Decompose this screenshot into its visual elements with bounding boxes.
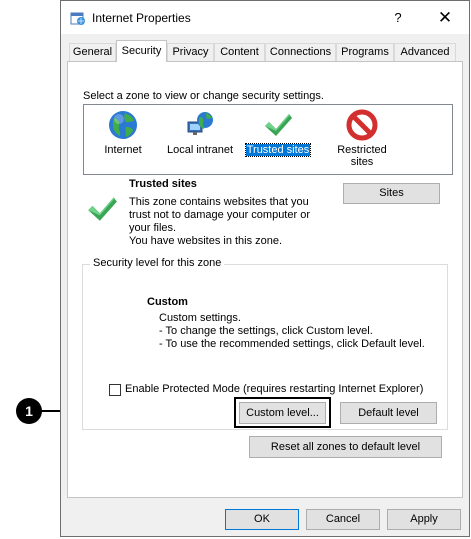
- zone-description-line: This zone contains websites that you: [129, 196, 309, 208]
- zone-description-line: your files.: [129, 222, 177, 234]
- protected-mode-label[interactable]: Enable Protected Mode (requires restarti…: [125, 383, 423, 395]
- tab-connections[interactable]: Connections: [265, 43, 336, 61]
- checkmark-icon: [262, 109, 294, 141]
- zone-label-restricted-line1: Restricted: [337, 144, 387, 156]
- zone-title: Trusted sites: [129, 178, 197, 190]
- security-level-group-label: Security level for this zone: [90, 257, 225, 269]
- intranet-icon: [184, 109, 216, 141]
- tab-programs[interactable]: Programs: [336, 43, 394, 61]
- zone-label-local-intranet: Local intranet: [166, 144, 234, 156]
- zone-restricted-sites[interactable]: Restricted sites: [326, 109, 398, 168]
- reset-all-zones-button[interactable]: Reset all zones to default level: [249, 436, 442, 458]
- ok-button[interactable]: OK: [225, 509, 299, 530]
- zone-label-restricted-sites: Restricted sites: [336, 144, 388, 168]
- sites-button[interactable]: Sites: [343, 183, 440, 204]
- zone-local-intranet[interactable]: Local intranet: [164, 109, 236, 156]
- security-level-description-line: - To change the settings, click Custom l…: [159, 325, 373, 337]
- protected-mode-checkbox[interactable]: [109, 384, 121, 396]
- zone-instruction: Select a zone to view or change security…: [83, 90, 324, 102]
- callout-badge: 1: [16, 398, 42, 424]
- zone-list[interactable]: Internet Local intranet Trusted sites Re…: [83, 104, 453, 175]
- security-level-description-line: Custom settings.: [159, 312, 241, 324]
- internet-properties-icon: [70, 10, 86, 26]
- custom-level-button[interactable]: Custom level...: [239, 402, 326, 424]
- trusted-sites-checkmark-icon: [85, 192, 119, 226]
- tab-general[interactable]: General: [69, 43, 116, 61]
- zone-description-line: You have websites in this zone.: [129, 235, 283, 247]
- close-button[interactable]: ✕: [427, 6, 463, 30]
- apply-button[interactable]: Apply: [387, 509, 461, 530]
- globe-icon: [107, 109, 139, 141]
- zone-label-restricted-line2: sites: [350, 156, 374, 168]
- window-title: Internet Properties: [92, 11, 191, 25]
- tab-privacy[interactable]: Privacy: [167, 43, 214, 61]
- zone-trusted-sites[interactable]: Trusted sites: [242, 109, 314, 157]
- security-level-description-line: - To use the recommended settings, click…: [159, 338, 425, 350]
- help-button[interactable]: ?: [383, 8, 413, 28]
- tab-security[interactable]: Security: [116, 40, 167, 62]
- security-level-name: Custom: [147, 296, 188, 308]
- no-entry-icon: [346, 109, 378, 141]
- zone-label-trusted-sites: Trusted sites: [244, 143, 312, 157]
- title-bar: Internet Properties ? ✕: [61, 1, 469, 34]
- default-level-button[interactable]: Default level: [340, 402, 437, 424]
- zone-internet[interactable]: Internet: [92, 109, 154, 156]
- cancel-button[interactable]: Cancel: [306, 509, 380, 530]
- security-level-description: Custom settings. - To change the setting…: [159, 312, 425, 351]
- zone-label-internet: Internet: [104, 144, 142, 156]
- zone-description: This zone contains websites that you tru…: [129, 196, 319, 248]
- zone-description-line: trust not to damage your computer or: [129, 209, 310, 221]
- internet-properties-dialog: Internet Properties ? ✕ General Security…: [60, 0, 470, 537]
- tab-content[interactable]: Content: [214, 43, 265, 61]
- security-tab-panel: Select a zone to view or change security…: [67, 61, 463, 498]
- tab-advanced[interactable]: Advanced: [394, 43, 456, 61]
